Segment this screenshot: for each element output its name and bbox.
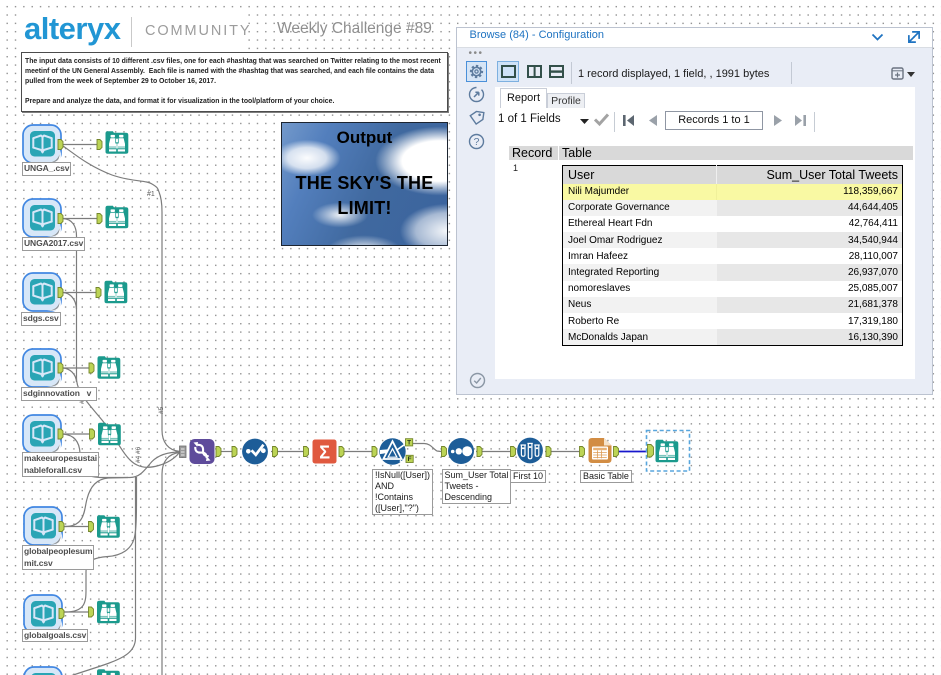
svg-text:Σ: Σ xyxy=(319,443,330,463)
svg-text:?: ? xyxy=(473,136,479,148)
svg-text:T: T xyxy=(407,440,411,447)
svg-text:#1: #1 xyxy=(147,191,155,198)
svg-text:#5: #5 xyxy=(158,406,165,414)
svg-text:F: F xyxy=(408,456,412,463)
svg-text:#4 #6: #4 #6 xyxy=(135,446,142,463)
